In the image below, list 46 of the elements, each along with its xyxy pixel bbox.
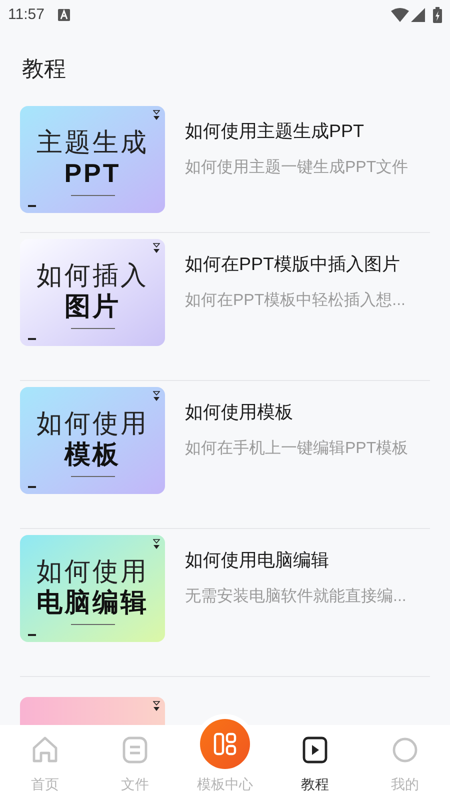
wifi-icon <box>391 8 409 22</box>
dash-mark-icon <box>28 338 36 340</box>
cover-rule <box>70 624 114 625</box>
tutorial-description: 如何在手机上一键编辑PPT模板 <box>185 438 408 459</box>
corner-mark-icon <box>153 539 160 550</box>
cover-subheading: PPT <box>64 157 121 189</box>
tutorial-description: 如何使用主题一键生成PPT文件 <box>185 158 408 178</box>
nav-tab[interactable]: 教程 <box>270 725 360 800</box>
cover-subheading: 电脑编辑 <box>36 586 148 618</box>
cover-rule <box>70 328 114 329</box>
tutorial-icon <box>302 736 328 764</box>
signal-icon <box>411 8 425 22</box>
tutorial-title[interactable]: 如何使用电脑编辑 <box>185 547 406 573</box>
corner-mark-icon <box>153 391 160 402</box>
tutorial-thumbnail[interactable]: 如何使用 电脑编辑 <box>20 535 165 642</box>
tutorial-thumbnail[interactable]: 如何使用 模板 <box>20 387 165 494</box>
cover-rule <box>70 476 114 477</box>
tutorial-title[interactable]: 如何使用主题生成PPT <box>185 118 408 144</box>
keyboard-notification-icon <box>58 9 70 21</box>
battery-icon <box>433 7 442 23</box>
profile-icon <box>392 736 418 764</box>
cover-heading: 如何使用 <box>36 408 148 438</box>
status-time: 11:57 <box>8 4 44 25</box>
corner-mark-icon <box>153 701 160 712</box>
dash-mark-icon <box>28 486 36 488</box>
document-icon <box>122 736 148 764</box>
template-center-icon <box>200 719 250 769</box>
tutorial-thumbnail[interactable]: 如何插入 图片 <box>20 239 165 346</box>
tutorial-title[interactable]: 如何在PPT模版中插入图片 <box>185 251 406 277</box>
cover-subheading: 模板 <box>64 438 120 470</box>
corner-mark-icon <box>153 110 160 121</box>
tutorial-description: 如何在PPT模板中轻松插入想... <box>185 290 406 311</box>
cover-heading: 主题生成 <box>36 127 148 157</box>
tutorial-description: 无需安装电脑软件就能直接编... <box>185 586 406 607</box>
tutorial-thumbnail[interactable]: 主题生成 PPT <box>20 106 165 213</box>
page-title: 教程 <box>22 55 67 83</box>
home-icon <box>32 736 58 764</box>
corner-mark-icon <box>153 243 160 254</box>
cover-subheading: 图片 <box>64 290 120 322</box>
cover-rule <box>70 195 114 196</box>
cover-heading: 如何插入 <box>36 260 148 290</box>
tutorial-title[interactable]: 如何使用模板 <box>185 399 408 425</box>
tutorial-thumbnail[interactable] <box>20 697 165 725</box>
dash-mark-icon <box>28 205 36 207</box>
cover-heading: 如何使用 <box>36 556 148 586</box>
dash-mark-icon <box>28 634 36 636</box>
